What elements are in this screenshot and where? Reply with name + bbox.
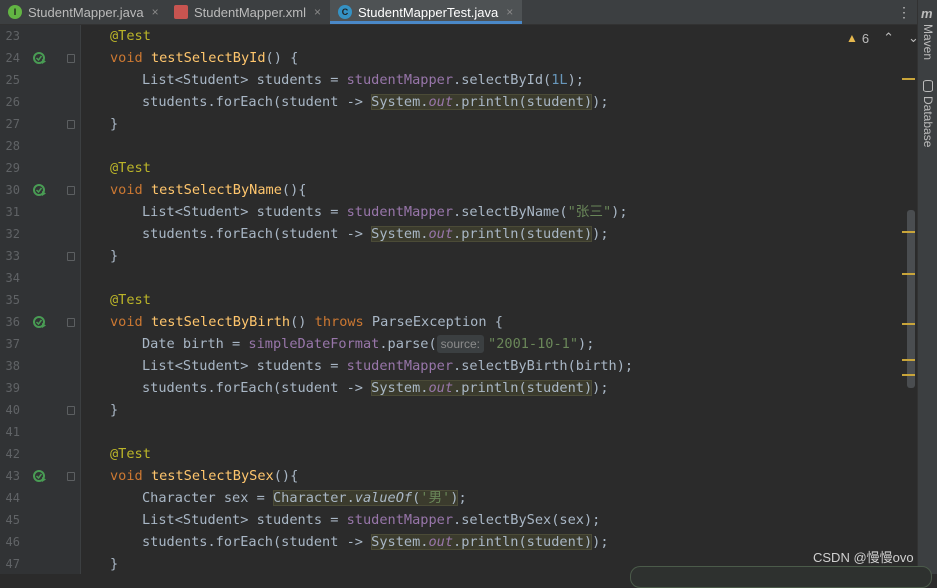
maven-icon: m xyxy=(921,6,933,21)
code-line: void testSelectByBirth() throws ParseExc… xyxy=(110,314,503,330)
line-number: 29 xyxy=(5,161,20,175)
gutter-separator xyxy=(80,25,81,574)
fold-marker-icon[interactable] xyxy=(67,54,75,63)
line-number: 33 xyxy=(5,249,20,263)
interface-icon: I xyxy=(8,5,22,19)
line-number: 38 xyxy=(5,359,20,373)
code-line: students.forEach(student -> System.out.p… xyxy=(142,380,609,396)
warning-icon: ▲ xyxy=(846,31,858,45)
code-line: students.forEach(student -> System.out.p… xyxy=(142,534,609,550)
line-number: 35 xyxy=(5,293,20,307)
code-line: } xyxy=(110,116,119,132)
fold-marker-icon[interactable] xyxy=(67,406,75,415)
run-test-icon[interactable] xyxy=(33,469,47,483)
fold-marker-icon[interactable] xyxy=(67,472,75,481)
line-number: 23 xyxy=(5,29,20,43)
code-line: Character sex = Character.valueOf('男'); xyxy=(142,490,467,506)
line-number: 39 xyxy=(5,381,20,395)
run-test-icon[interactable] xyxy=(33,183,47,197)
more-tabs-icon[interactable]: ⋮ xyxy=(891,0,917,24)
line-number: 47 xyxy=(5,557,20,571)
line-number: 43 xyxy=(5,469,20,483)
warning-count: 6 xyxy=(861,30,870,46)
line-number: 28 xyxy=(5,139,20,153)
maven-panel-button[interactable]: Maven xyxy=(921,24,935,60)
code-line: void testSelectById() { xyxy=(110,50,299,66)
line-number: 30 xyxy=(5,183,20,197)
run-test-icon[interactable] xyxy=(33,51,47,65)
code-line: } xyxy=(110,402,119,418)
line-number: 45 xyxy=(5,513,20,527)
line-number: 36 xyxy=(5,315,20,329)
code-line: @Test xyxy=(110,446,151,462)
tab-studentmapper-java[interactable]: I StudentMapper.java × xyxy=(0,0,166,24)
editor-tab-bar: I StudentMapper.java × StudentMapper.xml… xyxy=(0,0,917,25)
tab-studentmapper-xml[interactable]: StudentMapper.xml × xyxy=(166,0,330,24)
fold-marker-icon[interactable] xyxy=(67,252,75,261)
fold-marker-icon[interactable] xyxy=(67,120,75,129)
line-number: 41 xyxy=(5,425,20,439)
code-line: List<Student> students = studentMapper.s… xyxy=(142,204,628,220)
fold-marker-icon[interactable] xyxy=(67,186,75,195)
code-line: @Test xyxy=(110,160,151,176)
editor-gutter: 23 24 25 26 27 28 29 30 31 32 33 34 35 36 37 38 39 40 41 42… xyxy=(0,25,80,574)
code-line: students.forEach(student -> System.out.p… xyxy=(142,94,609,110)
line-number: 25 xyxy=(5,73,20,87)
close-icon[interactable]: × xyxy=(506,5,513,19)
fold-marker-icon[interactable] xyxy=(67,318,75,327)
warning-marker[interactable] xyxy=(902,231,915,233)
line-number: 46 xyxy=(5,535,20,549)
database-panel-button[interactable]: Database xyxy=(921,96,935,147)
line-number: 42 xyxy=(5,447,20,461)
tab-label: StudentMapper.xml xyxy=(194,4,307,20)
code-line: List<Student> students = studentMapper.s… xyxy=(142,72,584,88)
vertical-scrollbar[interactable] xyxy=(907,210,915,388)
close-icon[interactable]: × xyxy=(314,5,321,19)
chevron-up-icon[interactable]: ⌃ xyxy=(883,30,894,46)
code-line: Date birth = simpleDateFormat.parse(sour… xyxy=(142,335,595,353)
inspection-widget[interactable]: ▲ 6 ⌃ ⌄ xyxy=(846,30,919,46)
line-number: 27 xyxy=(5,117,20,131)
line-number: 32 xyxy=(5,227,20,241)
code-line: List<Student> students = studentMapper.s… xyxy=(142,358,634,374)
run-test-icon[interactable] xyxy=(33,315,47,329)
database-icon xyxy=(923,80,933,92)
warning-marker[interactable] xyxy=(902,78,915,80)
notification-bubble xyxy=(630,566,932,588)
code-line: } xyxy=(110,556,119,572)
tab-label: StudentMapper.java xyxy=(28,4,144,20)
class-icon: C xyxy=(338,5,352,19)
warning-marker[interactable] xyxy=(902,273,915,275)
warning-marker[interactable] xyxy=(902,374,915,376)
line-number: 40 xyxy=(5,403,20,417)
line-number: 31 xyxy=(5,205,20,219)
line-number: 26 xyxy=(5,95,20,109)
warning-marker[interactable] xyxy=(902,323,915,325)
line-number: 44 xyxy=(5,491,20,505)
warning-marker[interactable] xyxy=(902,359,915,361)
watermark: CSDN @慢慢ovo xyxy=(813,550,914,565)
xml-icon xyxy=(174,5,188,19)
line-number: 24 xyxy=(5,51,20,65)
line-number: 34 xyxy=(5,271,20,285)
right-tool-strip: m Maven Database xyxy=(917,0,937,574)
code-line: students.forEach(student -> System.out.p… xyxy=(142,226,609,242)
tab-studentmappertest-java[interactable]: C StudentMapperTest.java × xyxy=(330,0,522,24)
code-line: void testSelectBySex(){ xyxy=(110,468,299,484)
line-number: 37 xyxy=(5,337,20,351)
code-line: List<Student> students = studentMapper.s… xyxy=(142,512,601,528)
close-icon[interactable]: × xyxy=(152,5,159,19)
tab-label: StudentMapperTest.java xyxy=(358,4,499,20)
code-line: } xyxy=(110,248,119,264)
code-line: void testSelectByName(){ xyxy=(110,182,307,198)
parameter-hint: source: xyxy=(436,335,485,353)
code-line: @Test xyxy=(110,28,151,44)
code-line: @Test xyxy=(110,292,151,308)
